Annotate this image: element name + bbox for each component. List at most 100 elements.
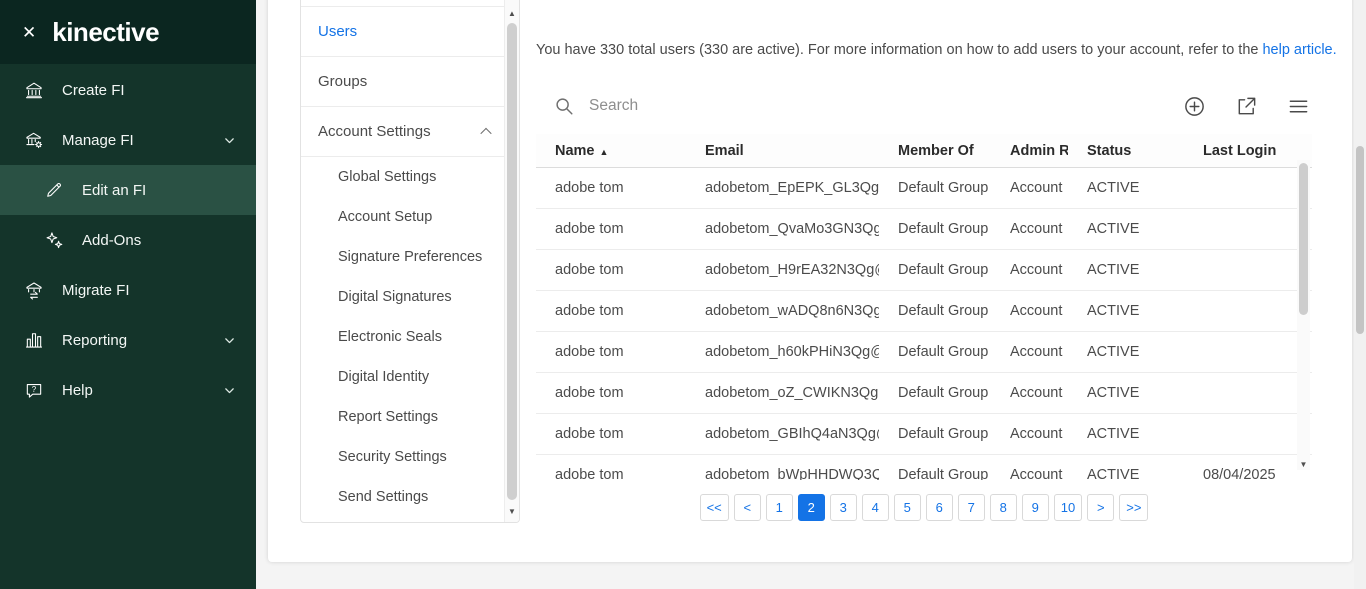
search-input[interactable] [589, 97, 909, 115]
cell-name: adobe tom [555, 303, 624, 319]
cell-status: ACTIVE [1087, 467, 1140, 480]
table-row[interactable]: adobe tom adobetom_EpEPK_GL3Qg@... Defau… [536, 168, 1312, 209]
column-header-name[interactable]: Name ▲ [536, 143, 686, 159]
page-prev-button[interactable]: < [733, 494, 761, 521]
cell-status: ACTIVE [1087, 426, 1140, 442]
page-last-button[interactable]: >> [1119, 494, 1149, 521]
page-button-1[interactable]: 1 [765, 494, 793, 521]
add-user-icon[interactable] [1183, 95, 1206, 118]
column-header-email[interactable]: Email [686, 143, 879, 159]
search-icon [556, 98, 573, 115]
sidebar: ✕ kinective Create FI Manage FI Edit an … [0, 0, 256, 589]
column-header-status[interactable]: Status [1068, 143, 1184, 159]
cell-admin-roles: Account [1010, 426, 1063, 442]
close-menu-icon[interactable]: ✕ [22, 24, 36, 41]
bank-migrate-icon [26, 282, 42, 300]
settings-nav-item-account-settings[interactable]: Account Settings [301, 106, 504, 156]
svg-text:?: ? [32, 385, 37, 394]
column-header-last-login[interactable]: Last Login [1184, 143, 1312, 159]
search-box [536, 95, 1183, 117]
page-button-4[interactable]: 4 [861, 494, 889, 521]
column-header-member-of[interactable]: Member Of [879, 143, 991, 159]
cell-status: ACTIVE [1087, 385, 1140, 401]
sidebar-item-add-ons[interactable]: Add-Ons [0, 215, 256, 265]
table-row[interactable]: adobe tom adobetom_oZ_CWIKN3Qg... Defaul… [536, 373, 1312, 414]
settings-nav-item-label: Account Settings [318, 123, 431, 140]
page-next-button[interactable]: > [1087, 494, 1115, 521]
bank-gear-icon [26, 132, 43, 149]
settings-nav-subitem-account-setup[interactable]: Account Setup [301, 197, 504, 237]
scroll-up-icon[interactable]: ▲ [505, 9, 519, 18]
cell-member-of: Default Group [898, 303, 989, 319]
table-scrollbar-thumb[interactable] [1299, 163, 1308, 315]
table-row[interactable]: adobe tom adobetom_wADQ8n6N3Qg... Defaul… [536, 291, 1312, 332]
table-row[interactable]: adobe tom adobetom_QvaMo3GN3Qg... Defaul… [536, 209, 1312, 250]
cell-member-of: Default Group [898, 385, 989, 401]
settings-nav-subitem-digital-identity[interactable]: Digital Identity [301, 357, 504, 397]
page-button-10[interactable]: 10 [1053, 494, 1083, 521]
page-button-8[interactable]: 8 [989, 494, 1017, 521]
scroll-down-icon[interactable]: ▼ [505, 507, 519, 516]
toolbar-actions [1183, 95, 1312, 118]
settings-nav-item-groups[interactable]: Groups [301, 56, 504, 106]
cell-email: adobetom_GBIhQ4aN3Qg@... [705, 426, 879, 442]
table-row[interactable]: adobe tom adobetom_bWpHHDWQ3Q... Default… [536, 455, 1312, 480]
settings-nav-panel: Users Groups Account Settings Global Set… [300, 0, 520, 523]
panel-scrollbar-thumb[interactable] [507, 23, 517, 500]
sidebar-item-label: Add-Ons [82, 231, 142, 249]
sidebar-item-help[interactable]: ? Help [0, 365, 256, 415]
page-scrollbar[interactable] [1354, 0, 1366, 589]
settings-nav-subitem-digital-signatures[interactable]: Digital Signatures [301, 277, 504, 317]
sidebar-item-label: Create FI [62, 81, 125, 99]
export-icon[interactable] [1235, 95, 1258, 118]
users-summary-text: You have 330 total users (330 are active… [536, 42, 1337, 58]
settings-nav-subitem-send-settings[interactable]: Send Settings [301, 477, 504, 517]
cell-member-of: Default Group [898, 426, 989, 442]
sidebar-item-label: Help [62, 381, 93, 399]
sidebar-item-migrate-fi[interactable]: Migrate FI [0, 265, 256, 315]
table-scrollbar[interactable]: ▼ [1297, 160, 1310, 470]
sidebar-item-edit-an-fi[interactable]: Edit an FI [0, 165, 256, 215]
cell-status: ACTIVE [1087, 344, 1140, 360]
sidebar-item-create-fi[interactable]: Create FI [0, 65, 256, 115]
panel-scrollbar[interactable]: ▲ ▼ [504, 0, 519, 522]
cell-status: ACTIVE [1087, 221, 1140, 237]
page-button-2-active[interactable]: 2 [797, 494, 825, 521]
cell-admin-roles: Account [1010, 344, 1063, 360]
settings-nav-subitem-electronic-seals[interactable]: Electronic Seals [301, 317, 504, 357]
page-scrollbar-thumb[interactable] [1356, 146, 1364, 334]
table-row[interactable]: adobe tom adobetom_H9rEA32N3Qg@... Defau… [536, 250, 1312, 291]
cell-admin-roles: Account [1010, 180, 1063, 196]
chevron-down-icon [225, 137, 234, 143]
cell-email: adobetom_QvaMo3GN3Qg... [705, 221, 879, 237]
settings-nav-subitem-signature-preferences[interactable]: Signature Preferences [301, 237, 504, 277]
page-button-3[interactable]: 3 [829, 494, 857, 521]
content-card: Users Groups Account Settings Global Set… [268, 0, 1352, 562]
bar-chart-icon [25, 333, 43, 348]
cell-last-login: 08/04/2025 [1203, 467, 1276, 480]
cell-admin-roles: Account [1010, 467, 1063, 480]
page-button-7[interactable]: 7 [957, 494, 985, 521]
table-header-row: Name▲ Email Member Of Admin R... Status … [536, 134, 1312, 168]
help-article-link[interactable]: help article. [1262, 42, 1336, 58]
table-row[interactable]: adobe tom adobetom_h60kPHiN3Qg@... Defau… [536, 332, 1312, 373]
scroll-down-icon[interactable]: ▼ [1297, 460, 1310, 469]
settings-nav-item-users[interactable]: Users [301, 6, 504, 56]
chevron-down-icon [225, 387, 234, 393]
column-header-admin-roles[interactable]: Admin R... [991, 143, 1068, 159]
settings-nav-subitem-security-settings[interactable]: Security Settings [301, 437, 504, 477]
sidebar-item-manage-fi[interactable]: Manage FI [0, 115, 256, 165]
menu-icon[interactable] [1287, 95, 1310, 118]
page-button-5[interactable]: 5 [893, 494, 921, 521]
cell-admin-roles: Account [1010, 385, 1063, 401]
page-first-button[interactable]: << [699, 494, 729, 521]
settings-nav-subitem-global-settings[interactable]: Global Settings [301, 157, 504, 197]
sparkle-icon [46, 232, 63, 249]
settings-nav-subitem-report-settings[interactable]: Report Settings [301, 397, 504, 437]
table-body: adobe tom adobetom_EpEPK_GL3Qg@... Defau… [536, 168, 1312, 480]
page-button-6[interactable]: 6 [925, 494, 953, 521]
app-root: ✕ kinective Create FI Manage FI Edit an … [0, 0, 1366, 589]
sidebar-item-reporting[interactable]: Reporting [0, 315, 256, 365]
table-row[interactable]: adobe tom adobetom_GBIhQ4aN3Qg@... Defau… [536, 414, 1312, 455]
page-button-9[interactable]: 9 [1021, 494, 1049, 521]
